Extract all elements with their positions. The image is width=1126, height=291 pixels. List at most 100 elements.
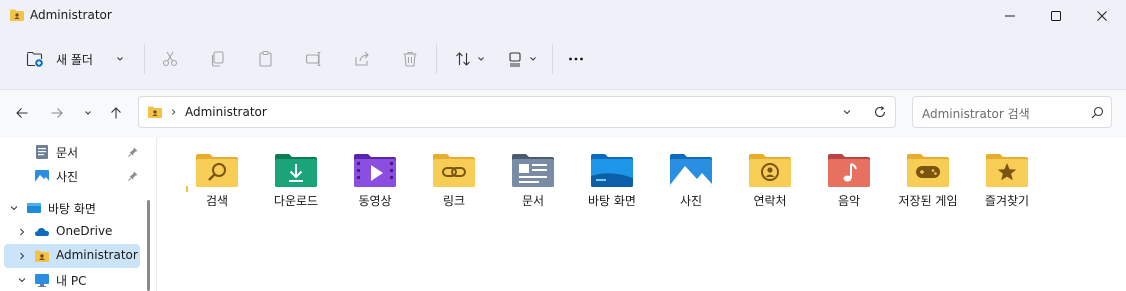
folder-label: 링크 (442, 194, 466, 208)
refresh-icon[interactable] (873, 105, 887, 119)
explorer-body: 문서 사진 바탕 화면 OneDrive Administrator 내 PC … (0, 138, 1126, 291)
chevron-down-icon (117, 57, 123, 61)
folder-label: 검색 (205, 194, 229, 208)
saved-games-folder-icon (907, 154, 949, 187)
sort-icon (456, 52, 470, 66)
chevron-right-icon[interactable] (16, 226, 28, 238)
chevron-down-icon[interactable] (841, 106, 853, 118)
maximize-button[interactable] (1033, 0, 1079, 32)
recent-locations-button[interactable] (77, 102, 99, 124)
close-button[interactable] (1079, 0, 1125, 32)
address-bar[interactable]: › Administrator (138, 96, 896, 128)
toolbar-divider (0, 82, 1126, 90)
sidebar-item-onedrive[interactable]: OneDrive (4, 220, 140, 244)
downloads-folder-icon (275, 154, 317, 187)
pictures-icon (35, 170, 49, 182)
music-folder-icon (828, 154, 870, 187)
sidebar-item-label: OneDrive (56, 224, 113, 238)
search-box[interactable]: Administrator 검색 (912, 96, 1112, 128)
share-icon (355, 51, 369, 66)
folder-label: 바탕 화면 (588, 194, 636, 208)
back-button[interactable] (11, 102, 33, 124)
sidebar-item-documents[interactable]: 문서 (4, 140, 140, 164)
rename-icon (305, 51, 321, 67)
paste-button[interactable] (254, 44, 278, 74)
view-button[interactable] (502, 44, 542, 74)
copy-icon (211, 51, 224, 67)
view-icon (509, 52, 521, 67)
documents-icon (36, 145, 48, 159)
sidebar-scrollbar[interactable] (147, 200, 150, 291)
user-folder-icon (10, 9, 24, 21)
user-folder-icon (148, 106, 162, 118)
sidebar-item-label: Administrator (56, 248, 138, 262)
breadcrumb[interactable]: Administrator (185, 105, 267, 119)
share-button[interactable] (350, 44, 374, 74)
folder-label: 즐겨찾기 (984, 194, 1030, 208)
onedrive-icon (35, 228, 49, 236)
chevron-down-icon[interactable] (16, 274, 28, 286)
command-bar: 새 폴더 (0, 36, 1126, 82)
copy-button[interactable] (206, 44, 230, 74)
cut-icon (162, 51, 178, 67)
folder-label: 저장된 게임 (898, 194, 958, 208)
rename-button[interactable] (302, 44, 326, 74)
more-options-button[interactable] (564, 44, 588, 74)
minimize-button[interactable] (987, 0, 1033, 32)
sidebar-item-label: 문서 (56, 146, 79, 160)
navigation-pane: 문서 사진 바탕 화면 OneDrive Administrator 내 PC (0, 138, 157, 291)
search-input[interactable]: Administrator 검색 (922, 105, 1030, 122)
sidebar-item-administrator[interactable]: Administrator (4, 244, 140, 268)
favorites-folder-icon (986, 154, 1028, 187)
chevron-right-icon[interactable] (16, 250, 28, 262)
forward-button[interactable] (46, 102, 68, 124)
folder-label: 다운로드 (273, 194, 319, 208)
sidebar-item-this-pc[interactable]: 내 PC (4, 268, 140, 291)
cut-button[interactable] (158, 44, 182, 74)
close-icon (1097, 11, 1107, 21)
pin-icon (128, 171, 138, 181)
breadcrumb-separator-icon[interactable]: › (171, 105, 176, 120)
sidebar-item-pictures[interactable]: 사진 (4, 164, 140, 188)
minimize-icon (1005, 15, 1015, 17)
new-folder-label: 새 폴더 (56, 52, 93, 67)
pin-icon (128, 147, 138, 157)
chevron-down-icon (530, 57, 536, 61)
contacts-folder-icon (749, 154, 791, 187)
title-bar: Administrator (0, 0, 1126, 32)
toolbar-separator (144, 44, 145, 74)
sidebar-item-desktop[interactable]: 바탕 화면 (4, 196, 140, 220)
folder-label: 음악 (837, 194, 861, 208)
pc-icon (35, 274, 49, 287)
sidebar-item-label: 바탕 화면 (48, 202, 96, 216)
videos-folder-icon (354, 154, 396, 187)
folder-label: 연락처 (753, 194, 787, 208)
new-folder-button[interactable]: 새 폴더 (20, 44, 132, 74)
delete-button[interactable] (398, 44, 422, 74)
pictures-folder-icon (670, 154, 712, 187)
sort-button[interactable] (450, 44, 490, 74)
chevron-down-icon (85, 111, 91, 115)
up-button[interactable] (105, 102, 127, 124)
user-folder-icon (35, 250, 49, 262)
paste-icon (259, 51, 272, 67)
new-folder-icon (26, 51, 43, 67)
toolbar-separator (552, 44, 553, 74)
sidebar-item-label: 사진 (56, 170, 79, 184)
desktop-icon (27, 203, 41, 213)
more-icon (569, 57, 583, 61)
trash-icon (403, 51, 417, 67)
desktop-folder-icon (591, 154, 633, 187)
documents-folder-icon (512, 154, 554, 187)
arrow-up-icon (111, 107, 121, 119)
sidebar-item-label: 내 PC (56, 274, 87, 288)
search-icon (1091, 106, 1104, 119)
file-list: 검색 다운로드 동영상 링크 문서 바탕 화면 사진 연락처 음악 저장된 게임… (158, 138, 1126, 291)
arrow-right-icon (51, 108, 63, 118)
arrow-left-icon (16, 108, 28, 118)
navigation-bar: › Administrator Administrator 검색 (0, 90, 1126, 138)
folder-label: 문서 (521, 194, 545, 208)
toolbar-separator (436, 44, 437, 74)
chevron-down-icon[interactable] (8, 202, 20, 214)
searches-folder-icon (196, 154, 238, 187)
